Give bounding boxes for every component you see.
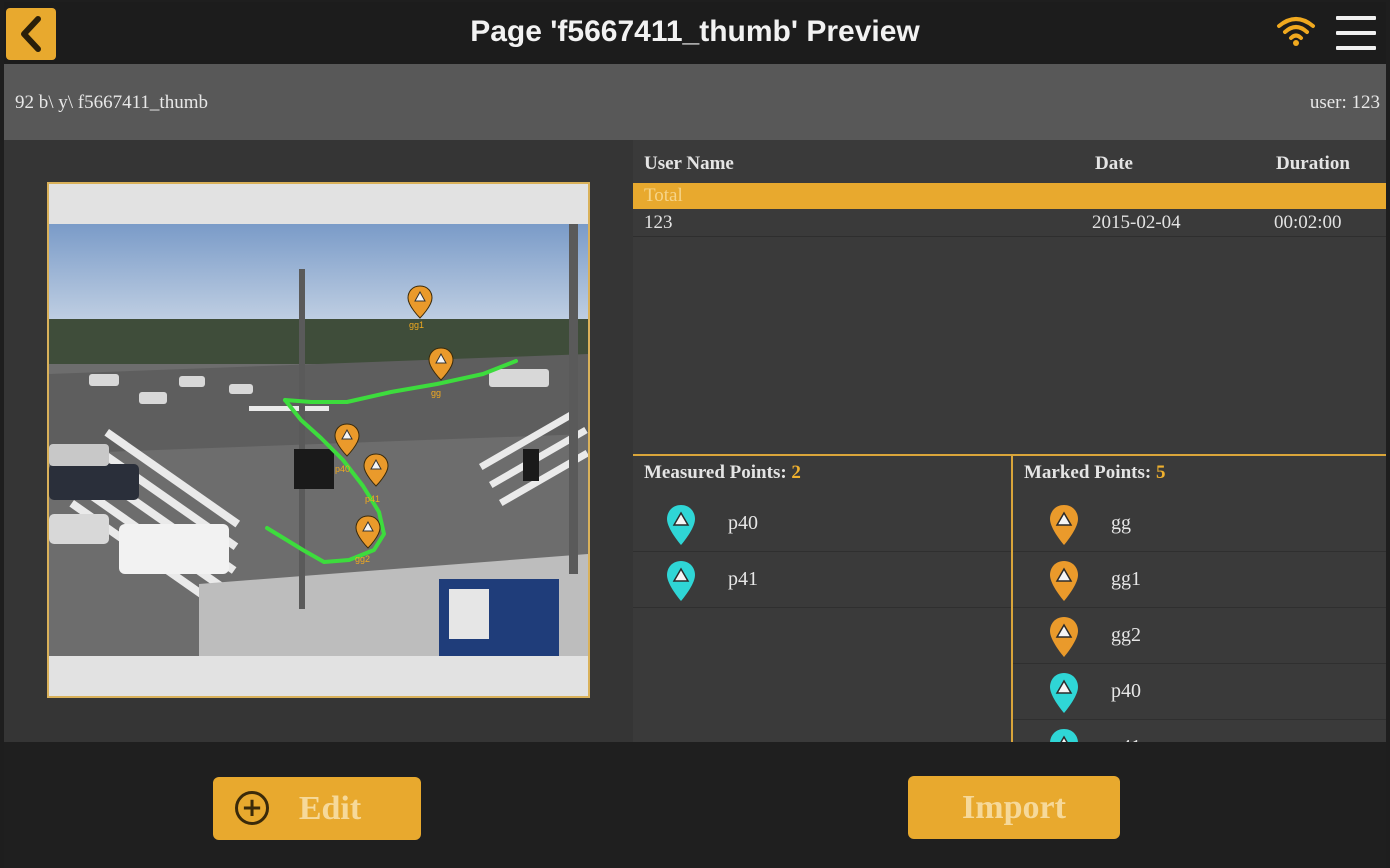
main-content: p40 p41 gg gg1 gg2 User Name Date Durati… [4, 140, 1386, 742]
user-label: user: 123 [1309, 92, 1380, 113]
list-item[interactable]: p40 [633, 496, 1011, 552]
preview-image[interactable]: p40 p41 gg gg1 gg2 [49, 224, 588, 656]
hamburger-icon-line [1336, 31, 1376, 35]
cell-date: 2015-02-04 [1092, 212, 1181, 233]
info-bar: 92 b\ y\ f5667411_thumb user: 123 [4, 64, 1386, 140]
marked-points-title: Marked Points: 5 [1024, 462, 1166, 483]
column-header-duration: Duration [1276, 153, 1350, 174]
edit-button[interactable]: + Edit [213, 777, 421, 840]
page-preview: p40 p41 gg gg1 gg2 [47, 182, 590, 698]
hamburger-icon-line [1336, 16, 1376, 20]
pin-label: p40 [335, 464, 350, 474]
hamburger-icon-line [1336, 46, 1376, 50]
point-name: p40 [728, 512, 758, 534]
marked-points-panel[interactable]: Marked Points: 5 gg gg1 gg2 p40 [1011, 454, 1386, 742]
cell-duration: 00:02:00 [1274, 212, 1342, 233]
point-name: gg1 [1111, 568, 1141, 590]
wifi-icon [1277, 17, 1315, 46]
list-item[interactable]: gg1 [1013, 552, 1386, 608]
list-item[interactable]: p41 [633, 552, 1011, 608]
pin-label: gg [431, 388, 441, 398]
list-item[interactable]: p41 [1013, 720, 1386, 742]
measured-points-title: Measured Points: 2 [644, 462, 801, 483]
point-name: p40 [1111, 680, 1141, 702]
top-bar: Page 'f5667411_thumb' Preview [4, 2, 1386, 64]
map-pin-icon [1050, 617, 1078, 657]
action-bar: + Edit Import [4, 742, 1386, 868]
map-pin-icon [1050, 673, 1078, 713]
marked-count: 5 [1155, 462, 1166, 483]
pin-label: gg2 [355, 554, 370, 564]
table-row[interactable]: 123 2015-02-04 00:02:00 [633, 209, 1386, 237]
map-pin-icon [667, 561, 695, 601]
column-header-user: User Name [644, 153, 734, 174]
pin-label: gg1 [409, 320, 424, 330]
import-button-label: Import [962, 788, 1066, 826]
column-header-date: Date [1095, 153, 1133, 174]
map-pin-icon [1050, 729, 1078, 742]
back-button[interactable] [6, 8, 56, 60]
list-item[interactable]: gg [1013, 496, 1386, 552]
total-label: Total [644, 185, 683, 206]
map-pin-icon [1050, 505, 1078, 545]
import-button[interactable]: Import [908, 776, 1120, 839]
breadcrumb: 92 b\ y\ f5667411_thumb [15, 92, 208, 113]
list-item[interactable]: p40 [1013, 664, 1386, 720]
pin-label: p41 [365, 494, 380, 504]
sessions-table: User Name Date Duration Total 123 2015-0… [633, 140, 1386, 454]
point-name: p41 [728, 568, 758, 590]
page-title: Page 'f5667411_thumb' Preview [470, 15, 920, 48]
map-pin-icon [1050, 561, 1078, 601]
list-item[interactable]: gg2 [1013, 608, 1386, 664]
cell-user: 123 [644, 212, 673, 233]
chevron-left-icon [21, 16, 41, 52]
point-name: gg [1111, 512, 1131, 534]
total-row[interactable]: Total [633, 183, 1386, 209]
edit-button-label: Edit [298, 789, 362, 827]
menu-button[interactable] [1334, 14, 1378, 52]
map-pin-icon [667, 505, 695, 545]
measured-count: 2 [791, 462, 801, 483]
plus-circle-icon: + [235, 791, 269, 825]
measured-points-panel: Measured Points: 2 p40 p41 [633, 454, 1011, 742]
point-name: gg2 [1111, 624, 1141, 646]
